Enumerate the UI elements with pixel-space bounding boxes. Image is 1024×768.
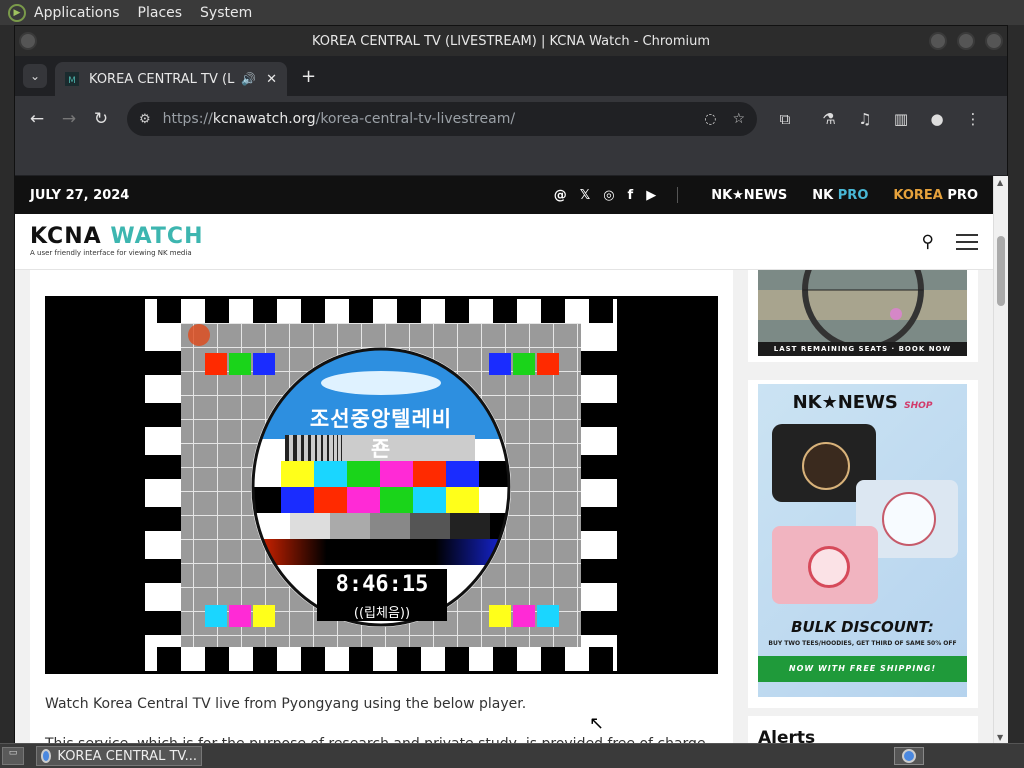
reload-icon[interactable]: ↻ (85, 109, 117, 129)
scope-photo (758, 229, 967, 351)
tab-favicon-icon: M (65, 72, 79, 86)
minimize-icon[interactable] (929, 32, 947, 50)
search-icon[interactable]: ⚲ (922, 232, 934, 252)
side-panel-icon[interactable]: ▥ (883, 110, 919, 128)
site-logo[interactable]: KCNA WATCH A user friendly interface for… (30, 224, 204, 258)
tray-chromium-glyph-icon (902, 749, 916, 763)
url-scheme: https:// (162, 111, 213, 127)
bookmark-star-icon[interactable]: ☆ (732, 111, 745, 127)
taskbar-chromium-window[interactable]: KOREA CENTRAL TV... (36, 746, 202, 766)
browser-window: KOREA CENTRAL TV (LIVESTREAM) | KCNA Wat… (14, 25, 1008, 744)
alerts-widget: Alerts (748, 716, 978, 744)
distro-logo-icon[interactable]: ▶ (8, 3, 26, 22)
nkpro-b: PRO (837, 187, 869, 203)
logo-watch: WATCH (110, 224, 204, 249)
forward-icon[interactable]: → (53, 109, 85, 129)
maximize-icon[interactable] (957, 32, 975, 50)
site-date: JULY 27, 2024 (30, 187, 130, 203)
test-card-subtitle: ((립체음)) (353, 606, 411, 621)
desktop-top-panel: ▶ Applications Places System (0, 0, 1024, 25)
x-icon[interactable]: 𝕏 (580, 188, 590, 203)
instagram-icon[interactable]: ◎ (603, 188, 614, 203)
speaker-icon[interactable]: 🔊 (241, 72, 256, 86)
shop-ad-title: NK★NEWS SHOP (758, 392, 967, 413)
test-card-clock: 8:46:15 (335, 572, 429, 597)
scroll-up-icon[interactable]: ▲ (997, 178, 1003, 187)
free-shipping-banner: NOW WITH FREE SHIPPING! (758, 656, 967, 682)
menu-places[interactable]: Places (138, 5, 183, 21)
article-intro: Watch Korea Central TV live from Pyongya… (45, 696, 527, 712)
close-window-icon[interactable] (985, 32, 1003, 50)
extensions-icon[interactable]: ⧉ (767, 110, 803, 128)
mouse-cursor-icon: ↖ (589, 713, 605, 734)
site-header: KCNA WATCH A user friendly interface for… (15, 214, 993, 270)
address-bar[interactable]: ⚙ https://kcnawatch.org/korea-central-tv… (127, 102, 757, 136)
menu-system[interactable]: System (200, 5, 252, 21)
bookmarks-bar (15, 142, 1007, 175)
tracking-protection-icon[interactable]: ◌ (704, 111, 716, 127)
mastodon-icon[interactable]: @ (554, 188, 567, 203)
test-card-image: 조선중앙텔레비죤 8:46:15 ((립체음)) (145, 299, 617, 671)
shop-ad[interactable]: NK★NEWS SHOP BULK DISCOUNT: BUY TWO TEES… (758, 384, 967, 697)
tab-strip: ⌄ M KOREA CENTRAL TV (LIV 🔊 ✕ + (15, 56, 1007, 96)
window-menu-icon[interactable] (19, 32, 37, 50)
facebook-icon[interactable]: f (628, 188, 634, 203)
window-titlebar[interactable]: KOREA CENTRAL TV (LIVESTREAM) | KCNA Wat… (15, 26, 1007, 56)
shop-ad-tag: SHOP (904, 401, 933, 411)
nkpro-link[interactable]: NK PRO (812, 188, 868, 203)
social-links: @ 𝕏 ◎ f ▶ NK★NEWS NK PRO KOREA PRO (554, 187, 978, 203)
show-desktop-icon[interactable]: ▭ (2, 747, 24, 765)
bulk-discount-heading: BULK DISCOUNT: (791, 618, 934, 636)
tab-search-icon[interactable]: ⌄ (23, 64, 47, 88)
tab-kcna-watch[interactable]: M KOREA CENTRAL TV (LIV 🔊 ✕ (55, 62, 287, 96)
labs-flask-icon[interactable]: ⚗ (811, 110, 847, 128)
url-path: /korea-central-tv-livestream/ (315, 111, 516, 127)
alerts-heading: Alerts (758, 728, 816, 744)
tray-chromium-icon[interactable] (894, 747, 924, 765)
event-ad-image[interactable]: LAST REMAINING SEATS · BOOK NOW (758, 229, 967, 356)
site-top-bar: JULY 27, 2024 @ 𝕏 ◎ f ▶ NK★NEWS NK PRO K… (15, 176, 993, 214)
hamburger-menu-icon[interactable] (956, 233, 978, 250)
bulk-discount-detail: BUY TWO TEES/HOODIES, GET THIRD OF SAME … (768, 640, 957, 647)
close-tab-icon[interactable]: ✕ (266, 72, 277, 87)
shirt-pink-image (772, 526, 878, 604)
site-tagline: A user friendly interface for viewing NK… (30, 249, 192, 257)
koreapro-b: PRO (947, 187, 978, 203)
window-title: KOREA CENTRAL TV (LIVESTREAM) | KCNA Wat… (311, 33, 711, 49)
chromium-icon (41, 749, 52, 763)
koreapro-a: KOREA (893, 187, 943, 203)
video-player[interactable]: 조선중앙텔레비죤 8:46:15 ((립체음)) (45, 296, 718, 674)
more-menu-icon[interactable]: ⋮ (955, 110, 991, 128)
sidebar-ad-event[interactable]: LAST REMAINING SEATS · BOOK NOW (748, 229, 978, 362)
station-name: 조선중앙텔레비죤 (309, 407, 453, 461)
media-controls-icon[interactable]: ♫ (847, 110, 883, 128)
scrollbar-thumb[interactable] (997, 236, 1005, 306)
browser-toolbar: ← → ↻ ⚙ https://kcnawatch.org/korea-cent… (15, 96, 1007, 142)
youtube-icon[interactable]: ▶ (646, 188, 656, 203)
nknews-link[interactable]: NK★NEWS (711, 188, 787, 203)
url-host: kcnawatch.org (212, 111, 316, 127)
desktop-taskbar: ▭ KOREA CENTRAL TV... (0, 743, 1024, 768)
tab-title: KOREA CENTRAL TV (LIV (89, 71, 236, 87)
sidebar-ad-shop[interactable]: NK★NEWS SHOP BULK DISCOUNT: BUY TWO TEES… (748, 380, 978, 708)
logo-kcna: KCNA (30, 224, 102, 249)
new-tab-button[interactable]: + (301, 66, 316, 87)
menu-applications[interactable]: Applications (34, 5, 120, 21)
event-ad-caption: LAST REMAINING SEATS · BOOK NOW (758, 342, 967, 356)
taskbar-window-label: KOREA CENTRAL TV... (57, 748, 197, 764)
koreapro-link[interactable]: KOREA PRO (893, 188, 978, 203)
scroll-down-icon[interactable]: ▼ (997, 733, 1003, 742)
divider (677, 187, 679, 203)
page-viewport: JULY 27, 2024 @ 𝕏 ◎ f ▶ NK★NEWS NK PRO K… (15, 176, 993, 744)
back-icon[interactable]: ← (21, 109, 53, 129)
nkpro-a: NK (812, 187, 834, 203)
main-content: 조선중앙텔레비죤 8:46:15 ((립체음)) Watch Korea Cen… (30, 270, 733, 744)
shop-ad-brand: NK★NEWS (792, 392, 898, 413)
page-scrollbar[interactable]: ▲ ▼ (993, 176, 1008, 744)
profile-icon[interactable]: ● (919, 110, 955, 128)
site-info-icon[interactable]: ⚙ (139, 112, 151, 127)
